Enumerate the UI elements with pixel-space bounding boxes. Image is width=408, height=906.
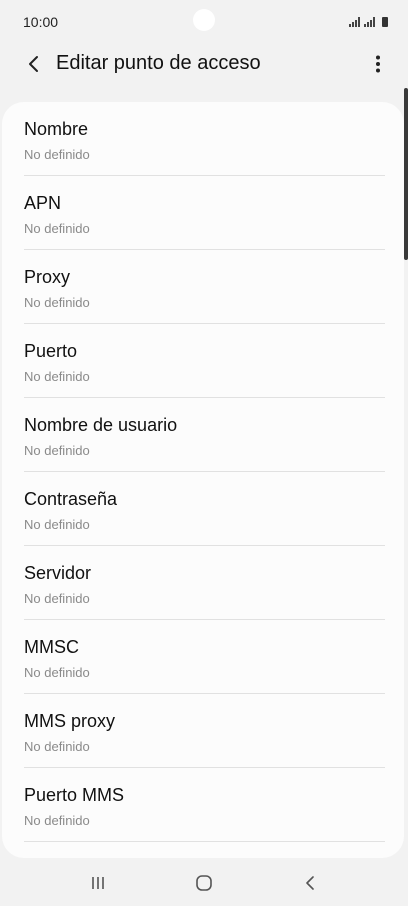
recent-apps-icon[interactable]	[78, 870, 118, 896]
back-icon[interactable]	[290, 870, 330, 896]
item-title: Nombre	[24, 119, 89, 139]
item-subtitle: No definido	[24, 517, 90, 532]
list-item-proxy[interactable]: Proxy No definido	[24, 250, 385, 324]
item-subtitle: No definido	[24, 591, 90, 606]
item-title: Puerto	[24, 341, 78, 361]
list-item-puerto[interactable]: Puerto No definido	[24, 324, 385, 398]
item-title: Nombre de usuario	[24, 415, 178, 435]
item-subtitle: No definido	[24, 443, 90, 458]
list-item-contrasena[interactable]: Contraseña No definido	[24, 472, 385, 546]
list-item-mms-proxy[interactable]: MMS proxy No definido	[24, 694, 385, 768]
item-subtitle: No definido	[24, 813, 90, 828]
list-item-nombre[interactable]: Nombre No definido	[24, 102, 385, 176]
page-title: Editar punto de acceso	[56, 52, 261, 74]
item-title: MMS proxy	[24, 711, 116, 731]
list-item-puerto-mms[interactable]: Puerto MMS No definido	[24, 768, 385, 842]
list-item-nombre-de-usuario[interactable]: Nombre de usuario No definido	[24, 398, 385, 472]
apn-settings-list: Nombre No definido APN No definido Proxy…	[2, 102, 404, 858]
status-bar: 10:00	[0, 0, 408, 44]
camera-cutout	[193, 9, 215, 31]
scroll-indicator[interactable]	[404, 88, 408, 260]
chevron-left-icon[interactable]	[20, 50, 46, 78]
status-icons	[349, 15, 388, 27]
list-item-apn[interactable]: APN No definido	[24, 176, 385, 250]
home-icon[interactable]	[184, 870, 224, 896]
app-bar: Editar punto de acceso	[0, 44, 408, 84]
item-title: Contraseña	[24, 489, 118, 509]
signal-icon	[349, 17, 360, 27]
list-item-servidor[interactable]: Servidor No definido	[24, 546, 385, 620]
navigation-bar	[0, 858, 408, 906]
item-title: Puerto MMS	[24, 785, 125, 805]
list-item-mmsc[interactable]: MMSC No definido	[24, 620, 385, 694]
item-subtitle: No definido	[24, 369, 90, 384]
item-title: Proxy	[24, 267, 71, 287]
item-subtitle: No definido	[24, 221, 90, 236]
battery-icon	[382, 17, 388, 27]
signal-icon	[364, 17, 375, 27]
item-subtitle: No definido	[24, 665, 90, 680]
item-subtitle: No definido	[24, 295, 90, 310]
item-subtitle: No definido	[24, 147, 90, 162]
item-subtitle: No definido	[24, 739, 90, 754]
item-title: APN	[24, 193, 62, 213]
status-time: 10:00	[23, 14, 59, 30]
item-title: Servidor	[24, 563, 92, 583]
more-vertical-icon[interactable]	[370, 50, 386, 78]
item-title: MMSC	[24, 637, 79, 657]
